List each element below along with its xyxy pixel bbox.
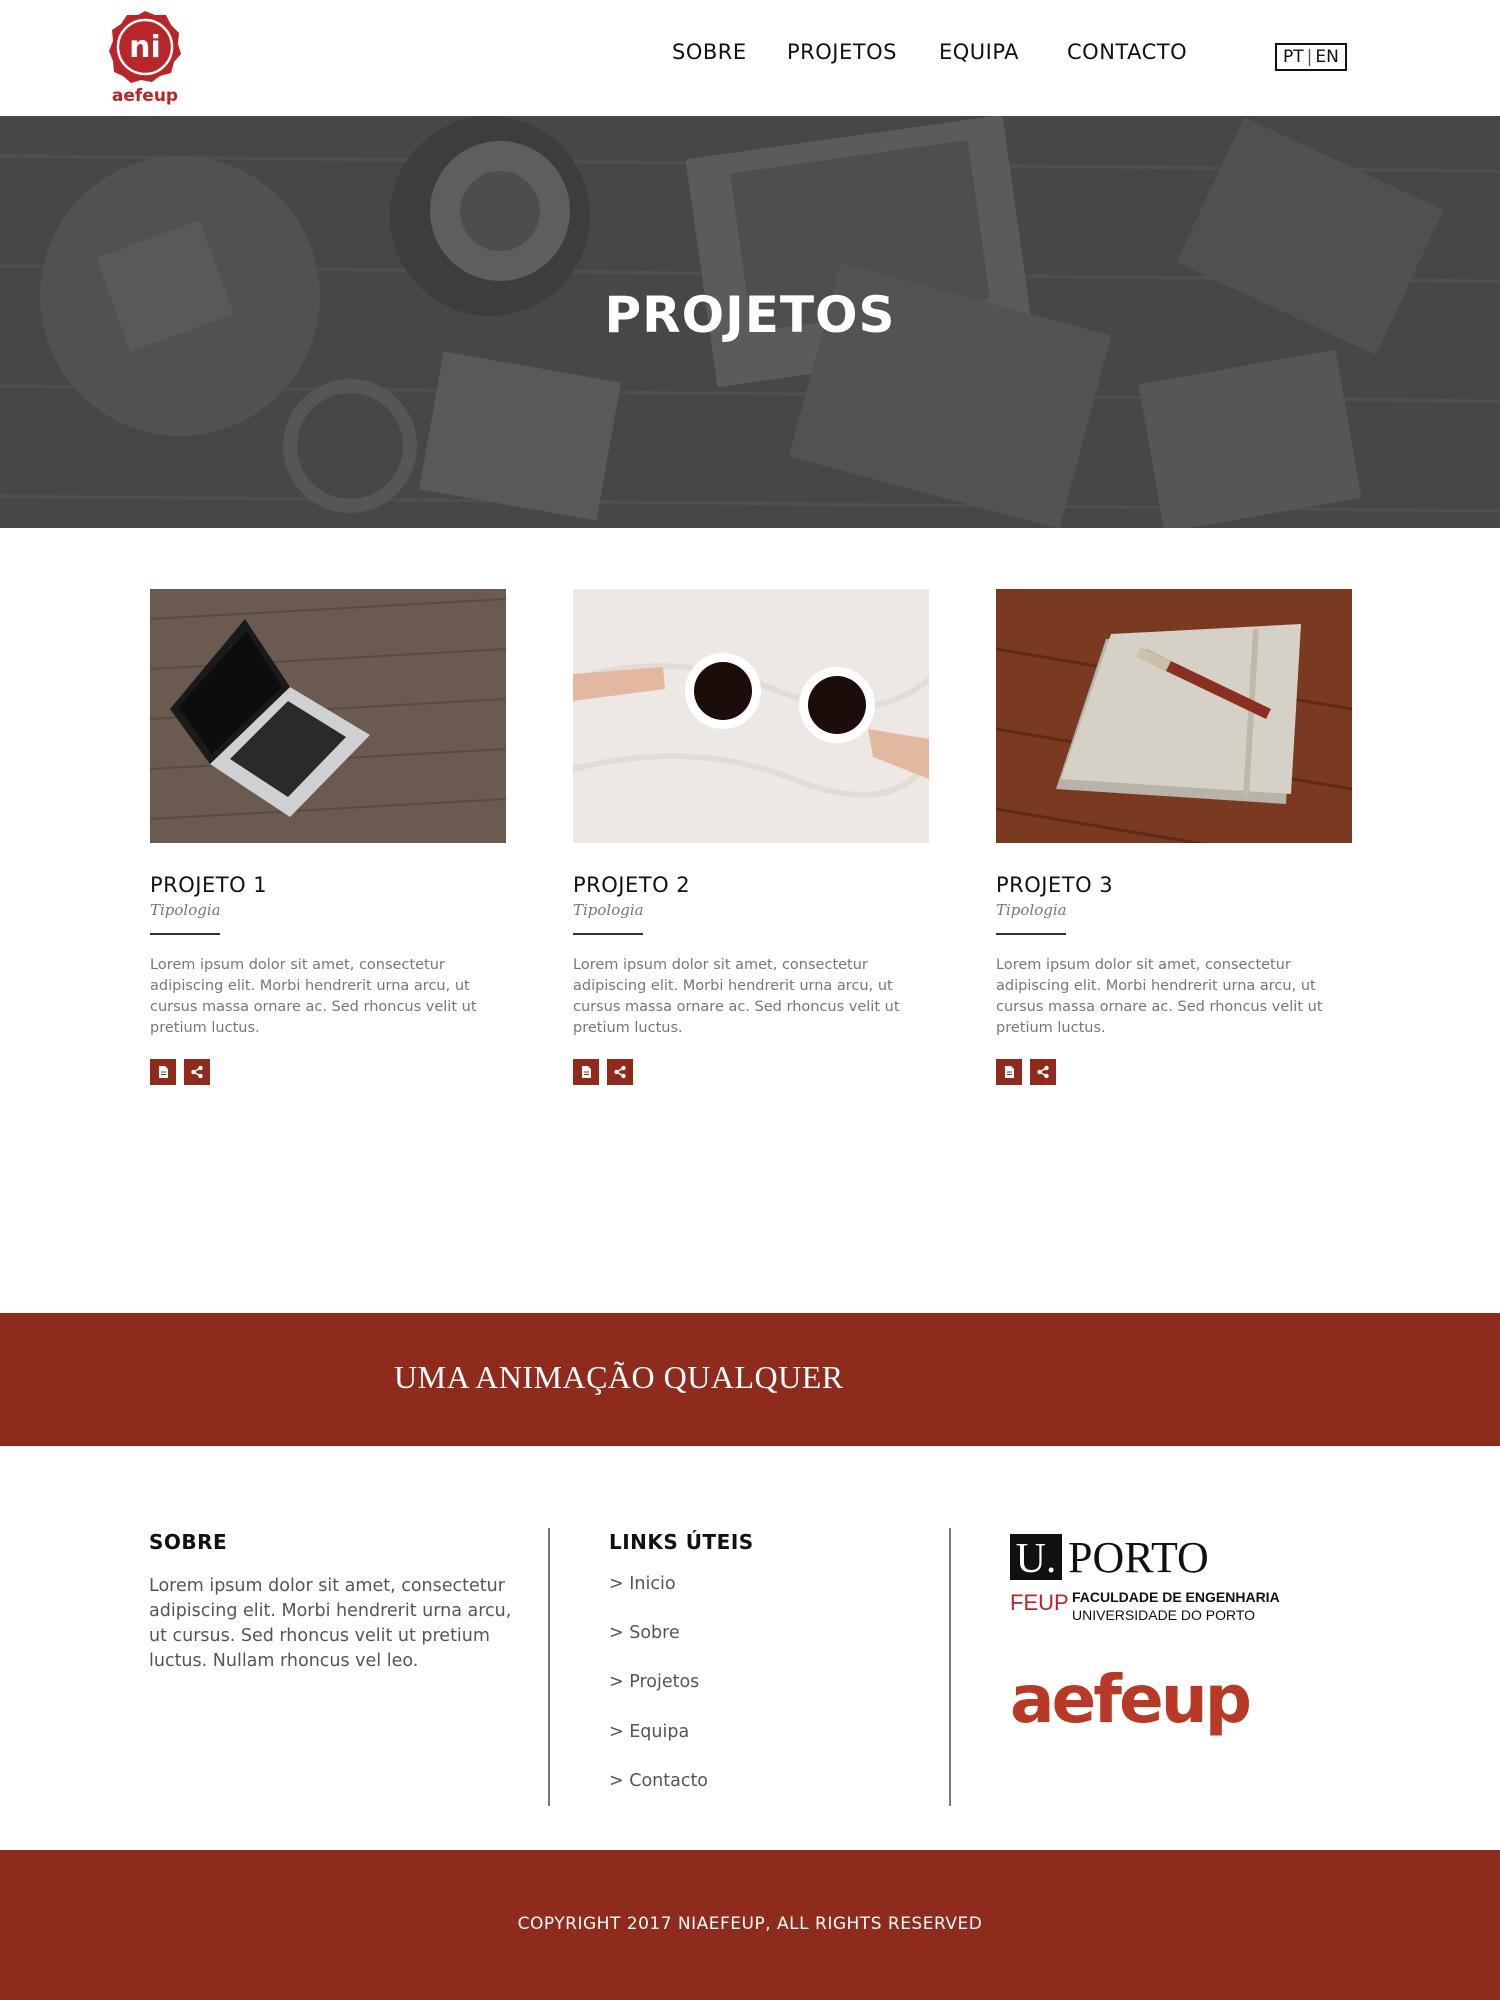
uporto-feup-logo[interactable]: U. PORTO FEUP FACULDADE DE ENGENHARIA UN… [1008, 1532, 1308, 1632]
copyright-bar: COPYRIGHT 2017 NIAEFEUP, ALL RIGHTS RESE… [0, 1850, 1500, 2000]
footer-links-title: LINKS ÚTEIS [609, 1530, 754, 1554]
footer-link-sobre[interactable]: > Sobre [609, 1623, 680, 1643]
page-title: PROJETOS [604, 286, 896, 344]
document-button[interactable] [996, 1059, 1022, 1085]
document-icon [159, 1066, 168, 1078]
logo-caption: aefeup [111, 86, 179, 106]
uporto-mark: U. [1016, 1536, 1057, 1582]
copyright-text: COPYRIGHT 2017 NIAEFEUP, ALL RIGHTS RESE… [517, 1914, 983, 1934]
animation-banner: UMA ANIMAÇÃO QUALQUER [0, 1313, 1500, 1446]
project-type: Tipologia [150, 901, 221, 919]
share-button[interactable] [607, 1059, 633, 1085]
project-description: Lorem ipsum dolor sit amet, consectetur … [996, 957, 1323, 1036]
footer-divider [548, 1528, 550, 1806]
project-card: PROJETO 3 Tipologia Lorem ipsum dolor si… [996, 589, 1352, 1085]
coffee-cups-image [573, 589, 929, 843]
footer-divider [949, 1528, 951, 1806]
footer-link-inicio[interactable]: > Inicio [609, 1574, 676, 1594]
project-image[interactable] [150, 589, 506, 843]
lang-pt[interactable]: PT [1283, 47, 1304, 67]
project-actions [996, 1059, 1352, 1085]
language-switcher: PT | EN [1275, 43, 1347, 71]
divider [150, 933, 220, 935]
uporto-name: PORTO [1068, 1533, 1209, 1582]
share-icon [191, 1065, 203, 1079]
share-icon [1037, 1065, 1049, 1079]
site-header: ni aefeup SOBRE PROJETOS EQUIPA CONTACTO… [0, 0, 1500, 116]
project-image[interactable] [573, 589, 929, 843]
feup-text: FEUP [1010, 1590, 1069, 1615]
lang-en[interactable]: EN [1315, 47, 1338, 67]
project-type: Tipologia [573, 901, 644, 919]
document-icon [1005, 1066, 1014, 1078]
project-actions [150, 1059, 506, 1085]
project-card: PROJETO 1 Tipologia Lorem ipsum dolor si… [150, 589, 506, 1085]
laptop-image [150, 589, 506, 843]
project-type: Tipologia [996, 901, 1067, 919]
nav-contacto[interactable]: CONTACTO [1067, 40, 1187, 64]
footer-about-text: Lorem ipsum dolor sit amet, consectetur … [149, 1576, 512, 1671]
document-button[interactable] [150, 1059, 176, 1085]
site-footer: SOBRE Lorem ipsum dolor sit amet, consec… [0, 1446, 1500, 1850]
aefeup-logo[interactable]: aefeup [1010, 1661, 1292, 1746]
divider [573, 933, 643, 935]
share-button[interactable] [184, 1059, 210, 1085]
share-icon [614, 1065, 626, 1079]
project-title[interactable]: PROJETO 3 [996, 873, 1352, 897]
project-title[interactable]: PROJETO 2 [573, 873, 929, 897]
project-title[interactable]: PROJETO 1 [150, 873, 506, 897]
footer-link-contacto[interactable]: > Contacto [609, 1771, 708, 1791]
nav-sobre[interactable]: SOBRE [672, 40, 747, 64]
project-description: Lorem ipsum dolor sit amet, consectetur … [573, 957, 900, 1036]
notebook-image [996, 589, 1352, 843]
project-description: Lorem ipsum dolor sit amet, consectetur … [150, 957, 477, 1036]
document-icon [582, 1066, 591, 1078]
share-button[interactable] [1030, 1059, 1056, 1085]
aefeup-text: aefeup [1010, 1666, 1250, 1738]
footer-link-equipa[interactable]: > Equipa [609, 1722, 689, 1742]
project-image[interactable] [996, 589, 1352, 843]
footer-about-title: SOBRE [149, 1530, 228, 1554]
university-text: UNIVERSIDADE DO PORTO [1072, 1607, 1255, 1623]
faculty-text: FACULDADE DE ENGENHARIA [1072, 1589, 1280, 1605]
nav-equipa[interactable]: EQUIPA [939, 40, 1019, 64]
document-button[interactable] [573, 1059, 599, 1085]
divider [996, 933, 1066, 935]
banner-text: UMA ANIMAÇÃO QUALQUER [394, 1359, 844, 1395]
lang-separator: | [1306, 47, 1313, 67]
nav-projetos[interactable]: PROJETOS [787, 40, 897, 64]
hero-banner: PROJETOS [0, 116, 1500, 528]
project-actions [573, 1059, 929, 1085]
footer-link-projetos[interactable]: > Projetos [609, 1672, 699, 1692]
project-card: PROJETO 2 Tipologia Lorem ipsum dolor si… [573, 589, 929, 1085]
